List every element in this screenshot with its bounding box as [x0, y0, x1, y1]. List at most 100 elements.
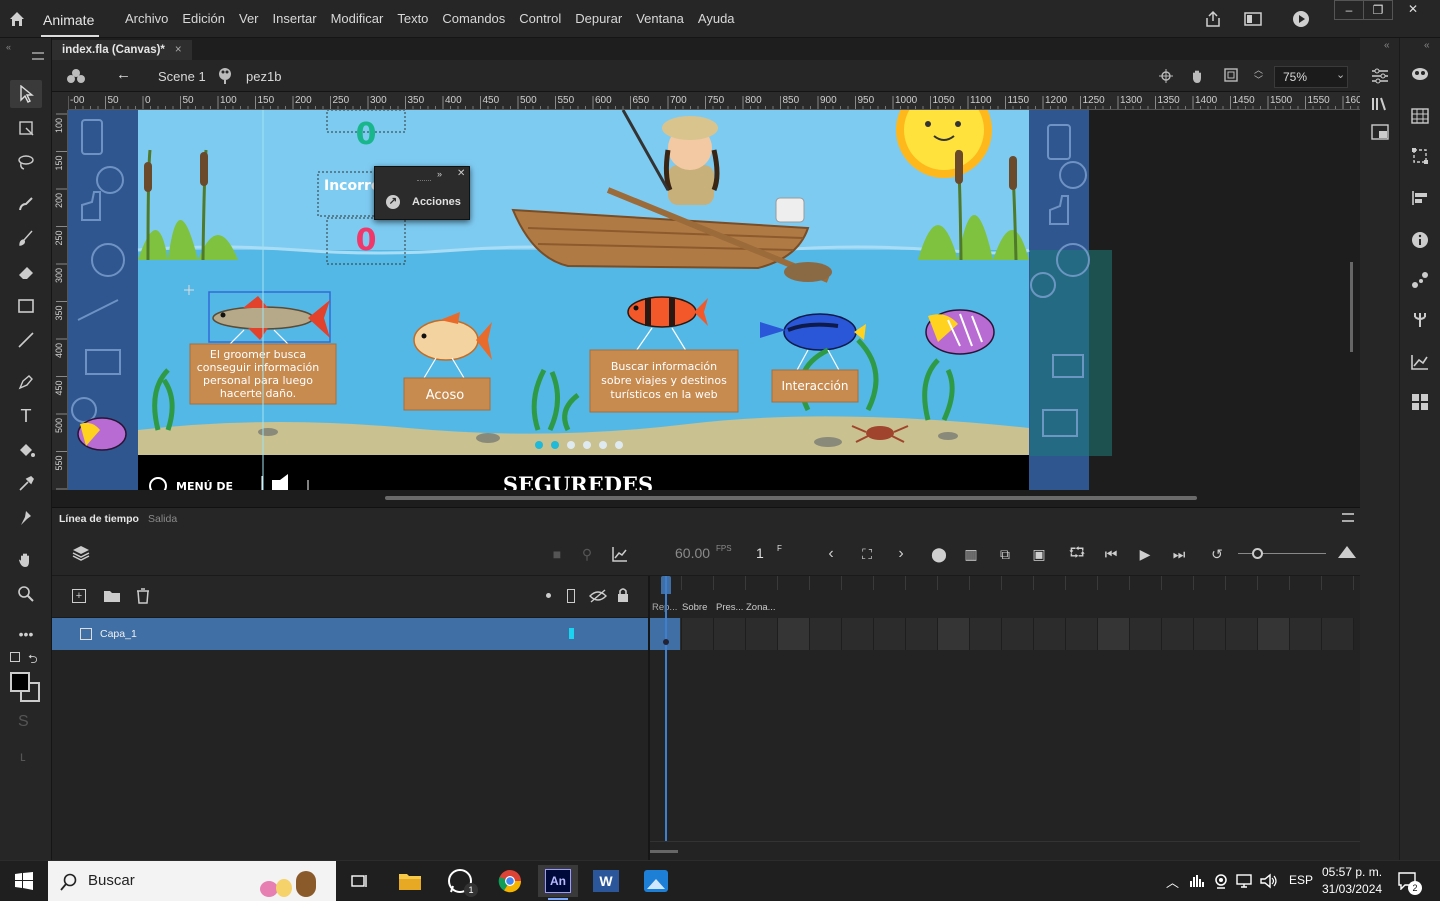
language-indicator[interactable]: ESP [1289, 873, 1313, 887]
frame-cell[interactable] [714, 618, 746, 650]
step-back-icon[interactable]: ⏮ [1100, 543, 1122, 565]
components-icon[interactable] [1408, 308, 1432, 332]
stage-pasteboard[interactable]: 0 Incorre 0 El groomer busca conseguir i… [68, 110, 1360, 490]
frame-cell[interactable] [1226, 618, 1258, 650]
line-tool-icon[interactable] [10, 326, 42, 354]
clip-content-icon[interactable] [1224, 68, 1238, 82]
actions-floating-panel[interactable]: » ✕ ↗ Acciones [374, 166, 470, 220]
new-layer-icon[interactable]: + [72, 589, 86, 603]
motion-presets-icon[interactable] [1408, 62, 1432, 86]
layers-icon[interactable] [72, 544, 90, 562]
stroke-color-swatch[interactable] [10, 672, 30, 692]
frame-cell[interactable] [1098, 618, 1130, 650]
timeline-horizontal-scrollbar[interactable] [650, 850, 678, 853]
eraser-tool-icon[interactable] [10, 258, 42, 286]
tools-menu-icon[interactable] [32, 52, 44, 60]
frame-picker-icon[interactable] [1408, 390, 1432, 414]
lasso-tool-icon[interactable] [10, 148, 42, 176]
free-transform-tool-icon[interactable] [10, 114, 42, 142]
frame-cell[interactable] [1130, 618, 1162, 650]
layer-row[interactable]: Capa_1 [52, 618, 648, 650]
stage-vertical-scrollbar[interactable] [1350, 262, 1353, 352]
stage-horizontal-scrollbar[interactable] [385, 496, 1197, 500]
camera-icon[interactable]: ■ [546, 543, 568, 565]
word-icon[interactable]: W [586, 865, 626, 897]
align-icon[interactable] [1408, 186, 1432, 210]
prev-keyframe-icon[interactable]: ‹ [820, 543, 842, 565]
share-icon[interactable] [1204, 10, 1222, 28]
eyedropper-icon[interactable] [10, 470, 42, 498]
whatsapp-icon[interactable]: 1 [440, 865, 480, 897]
new-folder-icon[interactable] [103, 589, 121, 603]
onion-skin-icon[interactable]: ⬤ [928, 543, 950, 565]
frame-cell[interactable] [1194, 618, 1226, 650]
current-frame-value[interactable]: 1 [756, 545, 764, 561]
frame-cell[interactable] [1290, 618, 1322, 650]
document-tab[interactable]: index.fla (Canvas)* × [52, 40, 192, 60]
edit-multiple-frames-icon[interactable]: ▥ [960, 543, 982, 565]
motion-editor-icon[interactable] [1408, 268, 1432, 292]
menu-comandos[interactable]: Comandos [435, 11, 512, 26]
layer-name[interactable]: Capa_1 [100, 628, 137, 640]
home-icon[interactable] [8, 10, 26, 28]
stage-canvas[interactable]: 0 Incorre 0 El groomer busca conseguir i… [68, 110, 1360, 490]
volume-icon[interactable] [1260, 873, 1278, 889]
frame-zoom-slider-thumb[interactable] [1252, 548, 1263, 559]
play-icon[interactable]: ▶ [1134, 543, 1156, 565]
chrome-icon[interactable] [490, 865, 530, 897]
delete-layer-icon[interactable] [136, 588, 150, 604]
info-icon[interactable] [1408, 228, 1432, 252]
transform-icon[interactable] [1408, 144, 1432, 168]
hand-tool-icon[interactable] [10, 546, 42, 574]
frame-cell[interactable] [938, 618, 970, 650]
task-view-icon[interactable] [350, 873, 370, 889]
menu-ventana[interactable]: Ventana [629, 11, 691, 26]
collapse-icon[interactable]: « [6, 42, 11, 52]
collapse-panels-2-icon[interactable]: « [1424, 40, 1430, 51]
minimize-button[interactable]: – [1334, 0, 1364, 20]
outline-layer-icon[interactable] [567, 589, 575, 603]
frame-cell[interactable] [1162, 618, 1194, 650]
pin-tool-icon[interactable] [10, 504, 42, 532]
frame-cell[interactable] [1002, 618, 1034, 650]
clock-date[interactable]: 31/03/2024 [1322, 882, 1382, 896]
symbol-breadcrumb[interactable]: pez1b [246, 69, 281, 84]
highlight-layer-icon[interactable] [546, 593, 551, 598]
assets-icon[interactable] [1368, 120, 1392, 144]
audio-levels-icon[interactable] [1189, 873, 1205, 889]
file-explorer-icon[interactable] [390, 865, 430, 897]
frame-cell[interactable] [874, 618, 906, 650]
network-icon[interactable] [1236, 873, 1254, 889]
tab-salida[interactable]: Salida [148, 513, 177, 525]
library-icon[interactable] [1368, 92, 1392, 116]
paint-bucket-icon[interactable] [10, 436, 42, 464]
parenting-icon[interactable]: ⚲ [576, 543, 598, 565]
selection-tool-icon[interactable] [10, 80, 42, 108]
frames-area[interactable]: Rep... Sobre Pres... Zona... [650, 576, 1360, 861]
frame-cell[interactable] [970, 618, 1002, 650]
insert-keyframe-icon[interactable]: ⛶ [856, 543, 878, 565]
panel-grip[interactable] [417, 180, 431, 181]
menu-edicion[interactable]: Edición [175, 11, 232, 26]
brush-tool-icon[interactable] [10, 224, 42, 252]
snap-icon[interactable] [1159, 69, 1173, 83]
back-arrow-icon[interactable]: ← [116, 66, 131, 83]
frame-cell[interactable] [778, 618, 810, 650]
frame-cell[interactable] [1258, 618, 1290, 650]
frame-cell[interactable] [682, 618, 714, 650]
graph-view-icon[interactable] [612, 546, 628, 562]
insert-blank-keyframe-icon[interactable]: ▣ [1028, 543, 1050, 565]
text-tool-icon[interactable]: T [10, 402, 42, 430]
default-colors-icon[interactable] [10, 652, 20, 662]
lock-all-icon[interactable] [616, 587, 630, 603]
fps-value[interactable]: 60.00 [675, 545, 710, 561]
close-tab-icon[interactable]: × [175, 40, 182, 60]
photos-app-icon[interactable] [636, 865, 676, 897]
playhead-line[interactable] [665, 576, 667, 841]
tab-linea-de-tiempo[interactable]: Línea de tiempo [59, 513, 139, 525]
properties-icon[interactable] [1368, 64, 1392, 88]
graph-icon[interactable] [1408, 350, 1432, 374]
angelfish-illustration[interactable] [925, 309, 995, 355]
close-panel-icon[interactable]: ✕ [457, 168, 465, 179]
menu-ver[interactable]: Ver [232, 11, 266, 26]
